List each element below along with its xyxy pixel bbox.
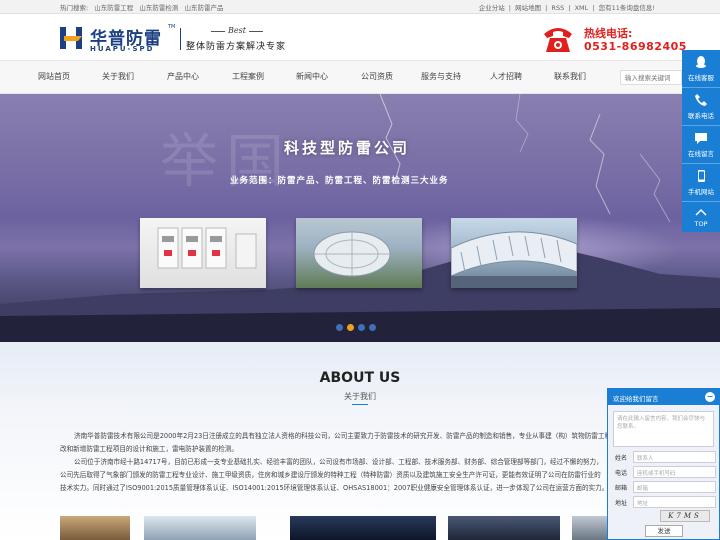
float-label: 联系电话	[688, 112, 714, 120]
floating-service-bar: 在线客服 联系电话 在线留言 手机网站 TOP	[682, 50, 720, 232]
top-link-inquiries[interactable]: 您有11条询盘信息!	[599, 4, 655, 12]
float-label: 手机网站	[688, 188, 714, 196]
banner-subtitle: 业务范围：防雷产品、防雷工程、防雷检测三大业务	[230, 176, 449, 186]
float-online-service[interactable]: 在线客服	[682, 50, 720, 88]
search-input[interactable]	[620, 70, 682, 85]
separator: |	[592, 4, 595, 12]
carousel-dot[interactable]	[358, 324, 365, 331]
nav-qualifications[interactable]: 公司资质	[361, 71, 393, 82]
carousel-dots	[336, 324, 380, 333]
about-paragraph: 技术实力。同时通过了ISO9001:2015质量管理体系认证、ISO14001:…	[60, 484, 608, 492]
hotline-label: 热线电话:	[584, 27, 633, 40]
about-text: 济南华普防雷技术有限公司是2000年2月23日注册成立的具有独立法人资格的科技公…	[60, 430, 608, 495]
message-field-name: 姓名 联系人	[613, 451, 716, 463]
name-input[interactable]: 联系人	[633, 451, 716, 463]
product-photo-spd-modules	[140, 218, 266, 288]
float-phone[interactable]: 联系电话	[682, 88, 720, 126]
top-link-branches[interactable]: 企业分站	[479, 4, 505, 12]
message-field-phone: 电话 座机或手机号码	[613, 466, 716, 478]
mobile-icon	[698, 170, 705, 182]
phone-icon	[695, 94, 707, 106]
field-label: 地址	[615, 500, 628, 507]
field-label: 电话	[615, 470, 628, 477]
nav-products[interactable]: 产品中心	[167, 71, 199, 82]
slogan-best: Best	[208, 26, 266, 35]
top-link-sitemap[interactable]: 网站地图	[515, 4, 541, 12]
send-button[interactable]: 发送	[645, 525, 683, 537]
nav-home[interactable]: 网站首页	[38, 71, 70, 82]
separator: |	[568, 4, 571, 12]
about-underline	[352, 404, 368, 405]
float-label: 在线留言	[688, 150, 714, 158]
minimize-icon[interactable]: −	[705, 392, 715, 402]
float-mobile-site[interactable]: 手机网站	[682, 164, 720, 202]
project-photo-stadium-roof	[451, 218, 577, 288]
float-label: 在线客服	[688, 74, 714, 82]
hot-search-label: 热门搜索:	[60, 4, 89, 12]
nav-jobs[interactable]: 人才招聘	[490, 71, 522, 82]
carousel-dot[interactable]	[369, 324, 376, 331]
telephone-icon	[544, 28, 572, 52]
carousel-dot[interactable]	[336, 324, 343, 331]
phone-input[interactable]: 座机或手机号码	[633, 466, 716, 478]
hot-search-link[interactable]: 山东防雷工程	[94, 4, 133, 12]
thumbnail-photo[interactable]	[144, 516, 256, 540]
qq-icon	[696, 56, 706, 68]
carousel-dot-active[interactable]	[347, 324, 354, 331]
separator: |	[545, 4, 548, 12]
site-header: 华普防雷 HUAPU-SPD TM Best 整体防雷方案解决专家 热线电话: …	[0, 14, 720, 60]
main-nav: 网站首页 关于我们 产品中心 工程案例 新闻中心 公司资质 服务与支持 人才招聘…	[0, 60, 720, 94]
thumbnail-photo[interactable]	[290, 516, 436, 540]
nav-about[interactable]: 关于我们	[102, 71, 134, 82]
banner-title: 科技型防雷公司	[284, 139, 411, 157]
field-label: 邮箱	[615, 485, 628, 492]
separator: |	[508, 4, 511, 12]
hotline-number: 0531-86982405	[584, 40, 687, 53]
nav-cases[interactable]: 工程案例	[232, 71, 264, 82]
top-bar: 热门搜索: 山东防雷工程 山东防雷检测 山东防雷产品 企业分站 | 网站地图 |…	[0, 0, 720, 14]
top-links: 企业分站 | 网站地图 | RSS | XML | 您有11条询盘信息!	[478, 2, 656, 12]
float-label: TOP	[694, 220, 708, 228]
logo-trademark: TM	[168, 24, 176, 30]
project-photo-radar-dish	[296, 218, 422, 288]
about-paragraph: 改和新增防雷工程项目的设计和施工，雷电防护装置的检测。	[60, 445, 239, 453]
thumbnail-photo[interactable]	[60, 516, 130, 540]
nav-contact[interactable]: 联系我们	[554, 71, 586, 82]
about-title: ABOUT US	[319, 370, 401, 386]
logo-divider	[180, 28, 181, 50]
hot-search: 热门搜索: 山东防雷工程 山东防雷检测 山东防雷产品	[60, 2, 227, 12]
captcha-image[interactable]: K7MS	[660, 510, 710, 522]
message-content-input[interactable]: 请在此输入留言内容，我们会尽快与您联系。	[613, 411, 714, 447]
hot-search-link[interactable]: 山东防雷检测	[139, 4, 178, 12]
thumbnail-photo[interactable]	[572, 516, 608, 540]
about-paragraph: 济南华普防雷技术有限公司是2000年2月23日注册成立的具有独立法人资格的科技公…	[74, 432, 608, 440]
message-field-email: 邮箱 邮箱	[613, 481, 716, 493]
nav-news[interactable]: 新闻中心	[296, 71, 328, 82]
about-paragraph: 公司先后取得了气象部门颁发的防雷工程专业设计、施工甲级资质，住房和城乡建设厅颁发…	[60, 471, 601, 479]
logo-text-en: HUAPU-SPD	[90, 45, 155, 53]
top-link-xml[interactable]: XML	[575, 4, 589, 12]
slogan: 整体防雷方案解决专家	[186, 42, 287, 52]
thumbnail-photo[interactable]	[448, 516, 560, 540]
hero-banner[interactable]: 举国 科技型防雷公司 业务范围：防雷产品、防雷工程、防雷检测三大业务	[0, 94, 720, 342]
message-icon	[695, 133, 707, 144]
address-input[interactable]: 地址	[633, 496, 716, 508]
email-input[interactable]: 邮箱	[633, 481, 716, 493]
hot-search-link[interactable]: 山东防雷产品	[184, 4, 223, 12]
message-widget-header[interactable]: 欢迎给我们留言 −	[608, 389, 719, 405]
about-paragraph: 公司位于济南市经十路14717号，目前已形成一支专业基础扎实、经验丰富的团队，公…	[74, 458, 603, 466]
nav-service[interactable]: 服务与支持	[421, 71, 461, 82]
message-field-address: 地址 地址	[613, 496, 716, 508]
message-widget-title: 欢迎给我们留言	[613, 395, 659, 403]
float-back-to-top[interactable]: TOP	[682, 202, 720, 232]
field-label: 姓名	[615, 455, 628, 462]
float-message[interactable]: 在线留言	[682, 126, 720, 164]
top-link-rss[interactable]: RSS	[551, 4, 564, 12]
arrow-up-icon	[695, 208, 707, 216]
logo-h-icon[interactable]	[60, 27, 86, 49]
